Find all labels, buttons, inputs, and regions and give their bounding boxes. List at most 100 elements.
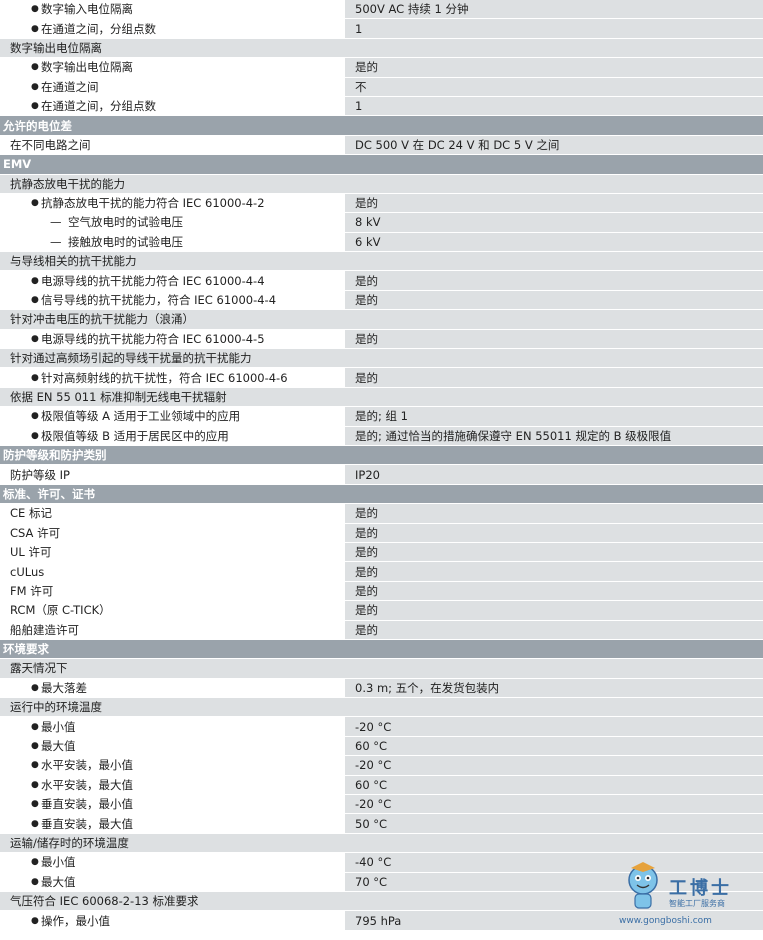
spec-label: ● 最大值	[0, 872, 344, 891]
spec-row: RCM（原 C-TICK） 是的	[0, 601, 763, 621]
spec-label: CE 标记	[0, 504, 344, 523]
spec-row: ● 垂直安装，最大值 50 °C	[0, 814, 763, 834]
spec-value: 是的	[344, 58, 763, 77]
spec-label-text: 数字输出电位隔离	[41, 60, 133, 75]
spec-label-text: 接触放电时的试验电压	[68, 234, 183, 249]
spec-label: ● 最小值	[0, 853, 344, 872]
group-header: 针对冲击电压的抗干扰能力（浪涌）	[0, 310, 763, 330]
spec-label-text: 气压符合 IEC 60068-2-13 标准要求	[10, 894, 199, 909]
group-header: 与导线相关的抗干扰能力	[0, 252, 763, 272]
spec-label-text: 抗静态放电干扰的能力	[10, 176, 125, 191]
bullet-icon: ●	[31, 799, 39, 810]
spec-label: UL 许可	[0, 542, 344, 562]
spec-row: ● 最大值 60 °C	[0, 736, 763, 757]
spec-label-text: 运输/储存时的环境温度	[10, 835, 129, 850]
spec-label: ● 极限值等级 A 适用于工业领域中的应用	[0, 407, 344, 426]
spec-label: 防护等级 IP	[0, 465, 344, 484]
spec-label: 运输/储存时的环境温度	[0, 834, 763, 852]
spec-label-text: 最大落差	[41, 680, 87, 695]
bullet-icon: ●	[31, 411, 39, 422]
spec-label-text: 防护等级 IP	[10, 467, 70, 482]
section-header: 环境要求	[0, 639, 763, 660]
bullet-icon: ●	[31, 101, 39, 112]
bullet-icon: ●	[31, 682, 39, 693]
spec-value: -20 °C	[344, 756, 763, 775]
spec-label-text: 操作，最小值	[41, 913, 110, 928]
spec-label-text: 数字输入电位隔离	[41, 2, 133, 17]
spec-label-text: 垂直安装，最大值	[41, 816, 133, 831]
spec-label-text: 水平安装，最大值	[41, 777, 133, 792]
bullet-icon: ●	[31, 23, 39, 34]
spec-label: — 空气放电时的试验电压	[0, 213, 344, 232]
spec-label-text: 船舶建造许可	[10, 622, 79, 637]
spec-label-text: 信号导线的抗干扰能力，符合 IEC 61000-4-4	[41, 293, 277, 308]
spec-label-text: EMV	[3, 157, 32, 172]
spec-label: ● 针对高频射线的抗干扰性，符合 IEC 61000-4-6	[0, 368, 344, 387]
spec-value: -20 °C	[344, 795, 763, 814]
group-header: 抗静态放电干扰的能力	[0, 174, 763, 194]
spec-row: ● 抗静态放电干扰的能力符合 IEC 61000-4-2 是的	[0, 193, 763, 214]
spec-value: 是的; 通过恰当的措施确保遵守 EN 55011 规定的 B 级极限值	[344, 426, 763, 445]
spec-label-text: 极限值等级 B 适用于居民区中的应用	[41, 428, 229, 443]
spec-value: 1	[344, 96, 763, 116]
spec-label-text: 露天情况下	[10, 661, 68, 676]
spec-row: — 接触放电时的试验电压 6 kV	[0, 232, 763, 253]
spec-label-text: FM 许可	[10, 583, 54, 598]
spec-value: 500V AC 持续 1 分钟	[344, 0, 763, 19]
spec-row: ● 在通道之间不	[0, 77, 763, 97]
spec-label-text: 电源导线的抗干扰能力符合 IEC 61000-4-5	[41, 331, 265, 346]
spec-label: FM 许可	[0, 581, 344, 601]
spec-row: ● 极限值等级 A 适用于工业领域中的应用 是的; 组 1	[0, 407, 763, 427]
watermark-logo: 工博士 智能工厂服务商 www.gongboshi.com	[619, 860, 749, 932]
spec-label: 允许的电位差	[0, 116, 763, 134]
spec-label-text: 允许的电位差	[3, 118, 72, 133]
robot-mascot-icon	[628, 862, 658, 909]
spec-label: 针对通过高频场引起的导线干扰量的抗干扰能力	[0, 349, 763, 367]
watermark-title: 工博士	[669, 878, 732, 899]
bullet-icon: ●	[31, 198, 39, 209]
spec-label-text: 极限值等级 A 适用于工业领域中的应用	[41, 409, 241, 424]
bullet-icon: ●	[31, 857, 39, 868]
spec-label: ● 抗静态放电干扰的能力符合 IEC 61000-4-2	[0, 193, 344, 213]
spec-value: 是的	[344, 523, 763, 542]
spec-value: 是的	[344, 271, 763, 290]
bullet-icon: ●	[31, 721, 39, 732]
spec-label-text: 运行中的环境温度	[10, 700, 102, 715]
spec-label-text: CSA 许可	[10, 525, 61, 540]
spec-label: ● 垂直安装，最小值	[0, 795, 344, 814]
dash-icon: —	[50, 215, 62, 230]
spec-row: 船舶建造许可 是的	[0, 620, 763, 640]
spec-label: ● 电源导线的抗干扰能力符合 IEC 61000-4-5	[0, 329, 344, 349]
spec-row: ● 垂直安装，最小值 -20 °C	[0, 795, 763, 815]
bullet-icon: ●	[31, 876, 39, 887]
group-header: 运行中的环境温度	[0, 698, 763, 718]
spec-value: 8 kV	[344, 213, 763, 232]
spec-label: 针对冲击电压的抗干扰能力（浪涌）	[0, 310, 763, 328]
spec-label-text: 数字输出电位隔离	[10, 40, 102, 55]
spec-label: ● 垂直安装，最大值	[0, 814, 344, 833]
spec-label-text: RCM（原 C-TICK）	[10, 603, 111, 618]
spec-label: ● 操作，最小值	[0, 911, 344, 930]
group-header: 数字输出电位隔离	[0, 38, 763, 59]
spec-label: 露天情况下	[0, 659, 763, 677]
bullet-icon: ●	[31, 333, 39, 344]
spec-label-text: 垂直安装，最小值	[41, 797, 133, 812]
spec-label: ● 在通道之间，分组点数	[0, 96, 344, 116]
spec-label-text: 依据 EN 55 011 标准抑制无线电干扰辐射	[10, 390, 227, 404]
section-header: 允许的电位差	[0, 116, 763, 136]
spec-row: ● 在通道之间，分组点数 1	[0, 19, 763, 39]
spec-label: ● 水平安装，最小值	[0, 756, 344, 775]
spec-value: 6 kV	[344, 232, 763, 252]
spec-label-text: 最小值	[41, 855, 76, 870]
spec-label-text: CE 标记	[10, 506, 52, 521]
spec-label: 数字输出电位隔离	[0, 39, 763, 57]
spec-label-text: 针对冲击电压的抗干扰能力（浪涌）	[10, 312, 194, 327]
spec-label: 环境要求	[0, 640, 763, 658]
spec-label: ● 电源导线的抗干扰能力符合 IEC 61000-4-4	[0, 271, 344, 290]
spec-row: ● 数字输出电位隔离 是的	[0, 58, 763, 78]
group-header: 露天情况下	[0, 659, 763, 679]
spec-label: 船舶建造许可	[0, 620, 344, 639]
spec-label-text: 水平安装，最小值	[41, 758, 133, 773]
spec-label: ● 最大值	[0, 736, 344, 756]
watermark-url: www.gongboshi.com	[619, 916, 712, 926]
